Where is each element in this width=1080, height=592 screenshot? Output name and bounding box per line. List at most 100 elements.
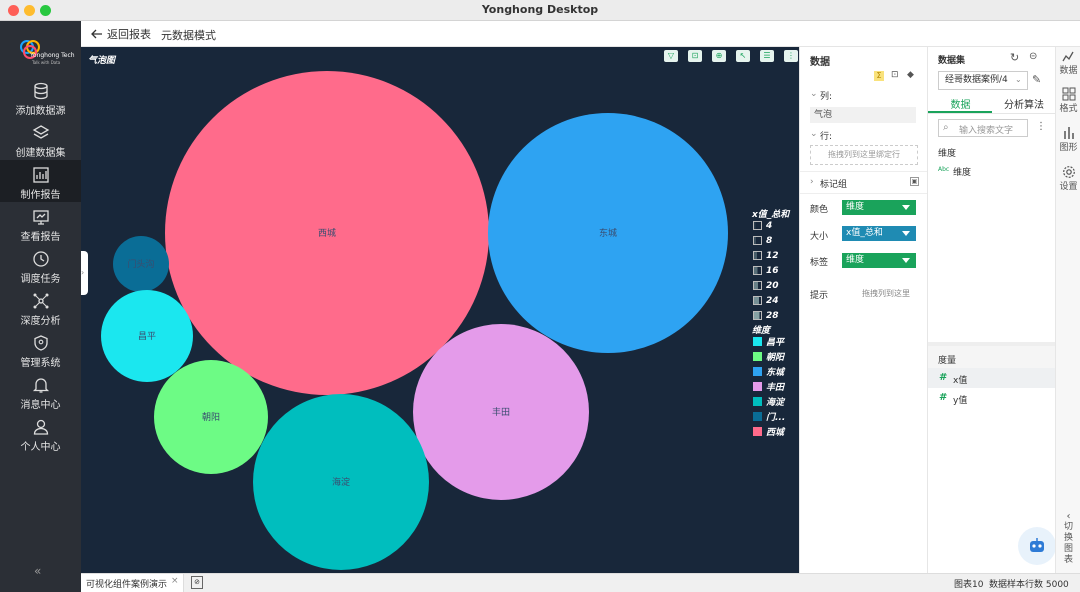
- eraser-icon[interactable]: ◆: [907, 70, 914, 80]
- crop-small-icon[interactable]: ⊡: [891, 70, 899, 80]
- nav-label: 管理系统: [20, 358, 61, 369]
- size-swatch: [753, 221, 762, 230]
- measure-field[interactable]: y值: [953, 393, 967, 406]
- logo: Yonghong Tech Talk with Data: [12, 39, 75, 69]
- link-icon[interactable]: ⊝: [1029, 51, 1037, 62]
- rail-graphic[interactable]: 图形: [1056, 126, 1080, 153]
- chevron-right-icon[interactable]: ›: [810, 177, 814, 187]
- metadata-mode-button[interactable]: 元数据模式: [161, 27, 216, 43]
- color-legend-item[interactable]: 朝阳: [753, 350, 784, 363]
- nav-messages[interactable]: 消息中心: [0, 370, 81, 412]
- switch-chart-button[interactable]: ‹ 切换图表: [1056, 511, 1080, 566]
- color-legend-item[interactable]: 丰田: [753, 380, 784, 393]
- tag-select[interactable]: 维度: [842, 253, 916, 268]
- nav-make-report[interactable]: 制作报告: [0, 160, 81, 202]
- color-legend-item[interactable]: 门...: [753, 410, 785, 423]
- color-legend-label: 西城: [766, 428, 785, 438]
- color-swatch: [753, 397, 762, 406]
- arrow-left-icon: [91, 29, 102, 39]
- size-select-value: x值_总和: [846, 228, 883, 238]
- nav-add-datasource[interactable]: 添加数据源: [0, 76, 81, 118]
- nav-label: 查看报告: [20, 232, 61, 243]
- nav-create-dataset[interactable]: 创建数据集: [0, 118, 81, 160]
- logo-name: Yonghong Tech: [30, 52, 75, 59]
- robot-icon: [1030, 538, 1044, 552]
- nav-view-report[interactable]: 查看报告: [0, 202, 81, 244]
- bubble-label: 朝阳: [202, 412, 220, 423]
- size-legend-label: 8: [766, 235, 773, 246]
- size-swatch: [753, 251, 762, 260]
- nav-label: 深度分析: [20, 316, 61, 327]
- assistant-button[interactable]: [1018, 527, 1056, 565]
- bubble-label: 东城: [599, 227, 617, 239]
- tab-data[interactable]: 数据: [938, 96, 983, 111]
- size-legend-label: 12: [766, 250, 779, 261]
- chevron-down-icon[interactable]: ⌄: [810, 129, 818, 139]
- shield-icon: [33, 335, 48, 351]
- status-bar: 可视化组件案例演示 × ⊘ 图表10 数据样本行数 5000: [81, 573, 1080, 592]
- report-tab[interactable]: 可视化组件案例演示 ×: [81, 574, 184, 592]
- window-title: Yonghong Desktop: [481, 3, 599, 16]
- database-icon: [33, 82, 48, 100]
- marks-settings-icon[interactable]: ▣: [910, 177, 919, 186]
- new-report-icon[interactable]: ⊘: [191, 576, 203, 589]
- chevron-down-icon[interactable]: ⌄: [810, 89, 818, 99]
- more-icon[interactable]: ⋮: [1036, 121, 1046, 132]
- size-select[interactable]: x值_总和: [842, 226, 916, 241]
- nav-deep-analysis[interactable]: 深度分析: [0, 286, 81, 328]
- sum-icon[interactable]: Σ: [874, 71, 884, 81]
- nav-admin[interactable]: 管理系统: [0, 328, 81, 370]
- sample-rows: 数据样本行数 5000: [989, 580, 1069, 590]
- search-input[interactable]: 输入搜索文字: [959, 123, 1013, 136]
- chevron-down-icon[interactable]: ⌄: [1015, 75, 1022, 84]
- number-type-icon: #: [939, 372, 948, 383]
- bars-icon: [1063, 127, 1074, 139]
- color-select-value: 维度: [846, 202, 865, 212]
- dim-field[interactable]: 维度: [953, 165, 971, 178]
- nav-label: 添加数据源: [15, 106, 66, 117]
- expand-handle[interactable]: ›: [81, 251, 88, 295]
- nav-profile[interactable]: 个人中心: [0, 412, 81, 454]
- grid-icon: [1062, 87, 1075, 101]
- rail-settings[interactable]: 设置: [1056, 165, 1080, 192]
- collapse-nav-button[interactable]: «: [34, 564, 41, 578]
- report-tab-label: 可视化组件案例演示: [86, 580, 168, 590]
- color-legend-item[interactable]: 西城: [753, 425, 784, 438]
- close-tab-icon[interactable]: ×: [171, 576, 179, 586]
- right-rail: 数据 格式 图形 设置 ‹ 切换图表: [1055, 47, 1080, 573]
- size-swatch: [753, 281, 762, 290]
- nav-schedule[interactable]: 调度任务: [0, 244, 81, 286]
- back-to-report-button[interactable]: 返回报表: [91, 26, 151, 42]
- measure-field[interactable]: x值: [953, 373, 967, 386]
- chart-canvas[interactable]: 气泡图 ▽ ⊡ ⊕ ↖ ☰ ⋮ 西城 东城 门头沟 昌平 丰田 朝阳 海淀 x值_总和 48…: [81, 47, 799, 573]
- size-legend-label: 16: [766, 265, 779, 276]
- rows-drop-zone[interactable]: 拖拽列到这里绑定行: [810, 145, 918, 165]
- color-legend-item[interactable]: 昌平: [753, 335, 784, 348]
- rail-format[interactable]: 格式: [1056, 87, 1080, 114]
- refresh-icon[interactable]: ↻: [1010, 51, 1019, 64]
- color-legend-item[interactable]: 东城: [753, 365, 784, 378]
- color-legend-item[interactable]: 海淀: [753, 395, 784, 408]
- color-legend-label: 东城: [766, 368, 785, 378]
- bubble-label: 丰田: [492, 406, 510, 418]
- color-select[interactable]: 维度: [842, 200, 916, 215]
- left-nav: Yonghong Tech Talk with Data 添加数据源 创建数据集…: [0, 21, 81, 592]
- size-legend-item: 12: [753, 249, 779, 262]
- search-box[interactable]: ⌕ 输入搜索文字: [938, 119, 1028, 137]
- color-swatch: [753, 427, 762, 436]
- size-swatch: [753, 311, 762, 320]
- rows-label: 行:: [820, 132, 833, 142]
- tag-select-value: 维度: [846, 255, 865, 265]
- chevron-left-icon: ‹: [1066, 511, 1071, 522]
- tip-drop-zone[interactable]: 拖拽列到这里: [862, 288, 910, 299]
- tab-algorithm[interactable]: 分析算法: [1004, 96, 1044, 111]
- columns-field[interactable]: 气泡: [810, 107, 916, 123]
- edit-icon[interactable]: ✎: [1032, 73, 1041, 86]
- rail-label: 设置: [1059, 182, 1078, 192]
- color-swatch: [753, 412, 762, 421]
- rail-label: 数据: [1059, 66, 1078, 76]
- rail-data[interactable]: 数据: [1056, 51, 1080, 76]
- nav-label: 创建数据集: [15, 148, 66, 159]
- nav-label: 制作报告: [20, 190, 61, 201]
- gear-icon: [1062, 166, 1075, 178]
